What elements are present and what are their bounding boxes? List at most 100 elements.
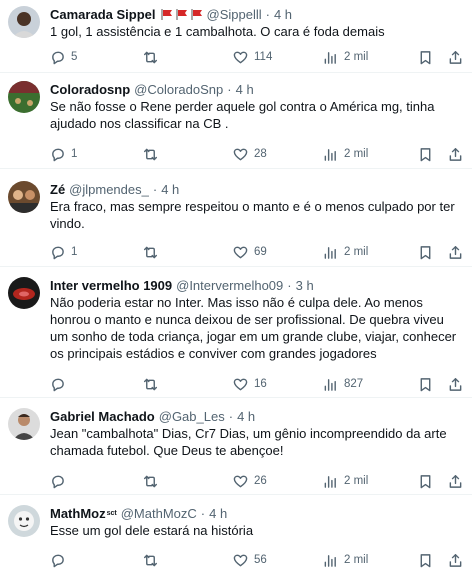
tweet-header: MathMoz sct @MathMozC · 4 h [50, 505, 460, 521]
share-button[interactable] [448, 543, 463, 576]
author-handle[interactable]: @ColoradoSnp [134, 82, 223, 97]
bookmark-button[interactable] [418, 464, 433, 498]
like-button[interactable]: 69 [233, 235, 267, 269]
reply-button[interactable] [50, 464, 71, 498]
like-button[interactable]: 16 [233, 367, 267, 401]
retweet-icon [143, 148, 158, 160]
share-icon [449, 377, 462, 391]
retweet-button[interactable] [143, 367, 164, 401]
separator-dot: · [265, 6, 270, 22]
separator-dot: · [227, 81, 232, 97]
separator-dot: · [287, 277, 292, 293]
heart-icon [233, 51, 248, 63]
like-count: 69 [254, 246, 267, 258]
share-button[interactable] [448, 464, 463, 498]
author-name[interactable]: MathMoz [50, 506, 106, 521]
tweet-time[interactable]: 4 h [236, 82, 254, 97]
tweet[interactable]: Camarada Sippel @Sippelll · 4 h 1 gol, 1… [0, 0, 472, 73]
avatar[interactable] [8, 81, 40, 113]
author-handle[interactable]: @Gab_Les [159, 409, 225, 424]
retweet-button[interactable] [143, 40, 164, 74]
views-button[interactable]: 2 mil [323, 464, 368, 498]
avatar[interactable] [8, 505, 40, 537]
views-button[interactable]: 2 mil [323, 40, 368, 74]
bookmark-button[interactable] [418, 543, 433, 576]
views-button[interactable]: 2 mil [323, 235, 368, 269]
like-button[interactable]: 26 [233, 464, 267, 498]
view-count: 827 [344, 378, 364, 390]
separator-dot: · [200, 505, 206, 521]
tweet-text: Esse um gol dele estará na história [50, 523, 254, 538]
bookmark-icon [420, 553, 431, 567]
author-handle[interactable]: @Intervermelho09 [176, 278, 283, 293]
reply-count: 1 [71, 148, 78, 160]
reply-button[interactable]: 5 [50, 40, 77, 74]
share-button[interactable] [448, 137, 463, 171]
author-handle[interactable]: @jlpmendes_ [69, 182, 149, 197]
like-button[interactable]: 56 [233, 543, 267, 576]
views-button[interactable]: 827 [323, 367, 363, 401]
tweet[interactable]: MathMoz sct @MathMozC · 4 h Esse um gol d… [0, 495, 472, 576]
heart-icon [233, 475, 248, 487]
bookmark-button[interactable] [418, 137, 433, 171]
avatar[interactable] [8, 181, 40, 213]
tweet[interactable]: Zé @jlpmendes_ · 4 h Era fraco, mas semp… [0, 169, 472, 267]
avatar[interactable] [8, 408, 40, 440]
tweet-actions: 16 827 [50, 367, 463, 401]
view-count: 2 mil [344, 148, 369, 160]
author-name[interactable]: Zé [50, 182, 65, 197]
tweet[interactable]: Gabriel Machado @Gab_Les · 4 h Jean "cam… [0, 398, 472, 495]
reply-button[interactable] [50, 367, 71, 401]
reply-button[interactable] [50, 543, 71, 576]
reply-button[interactable]: 1 [50, 137, 77, 171]
tweet-time[interactable]: 4 h [237, 409, 255, 424]
tweet-time[interactable]: 4 h [161, 182, 179, 197]
author-name[interactable]: Inter vermelho 1909 [50, 278, 172, 293]
views-chart-icon [324, 378, 336, 391]
retweet-icon [143, 554, 158, 566]
reply-icon [52, 51, 64, 64]
tweet-actions: 26 2 mil [50, 464, 463, 498]
author-name[interactable]: Camarada Sippel [50, 7, 156, 22]
tweet[interactable]: Inter vermelho 1909 @Intervermelho09 · 3… [0, 267, 472, 398]
share-button[interactable] [448, 235, 463, 269]
view-count: 2 mil [344, 475, 369, 487]
tweet-time[interactable]: 4 h [209, 506, 227, 521]
author-handle[interactable]: @MathMozC [121, 506, 197, 521]
reply-icon [52, 554, 64, 567]
author-name[interactable]: Coloradosnp [50, 82, 130, 97]
share-button[interactable] [448, 40, 463, 74]
tweet[interactable]: Coloradosnp @ColoradoSnp · 4 h Se não fo… [0, 73, 472, 169]
views-button[interactable]: 2 mil [323, 137, 368, 171]
avatar[interactable] [8, 6, 40, 38]
reply-icon [52, 246, 64, 259]
author-handle[interactable]: @Sippelll [207, 7, 262, 22]
share-button[interactable] [448, 367, 463, 401]
bookmark-button[interactable] [418, 40, 433, 74]
heart-icon [233, 246, 248, 258]
views-chart-icon [324, 51, 336, 64]
views-button[interactable]: 2 mil [323, 543, 368, 576]
retweet-icon [143, 246, 158, 258]
reply-feed: Camarada Sippel @Sippelll · 4 h 1 gol, 1… [0, 0, 472, 576]
views-chart-icon [324, 554, 336, 567]
bookmark-button[interactable] [418, 367, 433, 401]
reply-button[interactable]: 1 [50, 235, 77, 269]
author-name[interactable]: Gabriel Machado [50, 409, 155, 424]
retweet-button[interactable] [143, 137, 164, 171]
tweet-time[interactable]: 4 h [274, 7, 292, 22]
retweet-button[interactable] [143, 235, 164, 269]
tweet-actions: 5 114 2 mil [50, 40, 463, 74]
separator-dot: · [152, 181, 158, 197]
retweet-button[interactable] [143, 464, 164, 498]
retweet-icon [143, 475, 158, 487]
like-count: 56 [254, 554, 267, 566]
views-chart-icon [324, 148, 336, 161]
avatar[interactable] [8, 277, 40, 309]
retweet-button[interactable] [143, 543, 164, 576]
view-count: 2 mil [344, 246, 369, 258]
like-button[interactable]: 28 [233, 137, 267, 171]
like-button[interactable]: 114 [233, 40, 272, 74]
tweet-time[interactable]: 3 h [296, 278, 314, 293]
bookmark-button[interactable] [418, 235, 433, 269]
